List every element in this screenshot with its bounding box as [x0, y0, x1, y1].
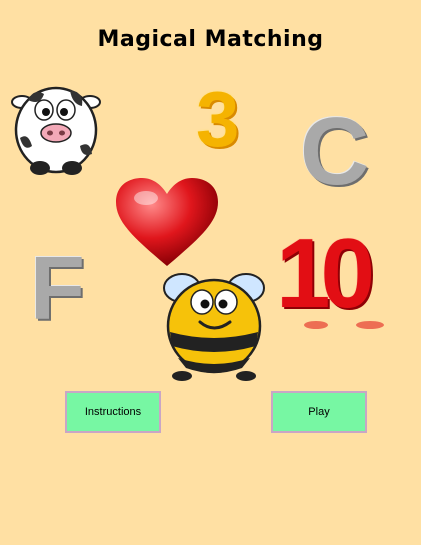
instructions-button[interactable]: Instructions: [65, 391, 161, 433]
play-button[interactable]: Play: [271, 391, 367, 433]
number-ten-shadow: [304, 321, 384, 329]
page-title: Magical Matching: [97, 27, 324, 52]
game-screen: Magical Matching 3 C F 10 Instructions P…: [0, 0, 421, 545]
heart-icon: [116, 178, 218, 266]
number-ten-icon: 10: [276, 218, 375, 328]
number-three-icon: 3: [196, 75, 240, 163]
letter-f-icon: F: [30, 239, 85, 339]
bee-icon: [163, 273, 265, 381]
letter-c-icon: C: [300, 98, 370, 205]
cow-icon: [11, 86, 101, 175]
